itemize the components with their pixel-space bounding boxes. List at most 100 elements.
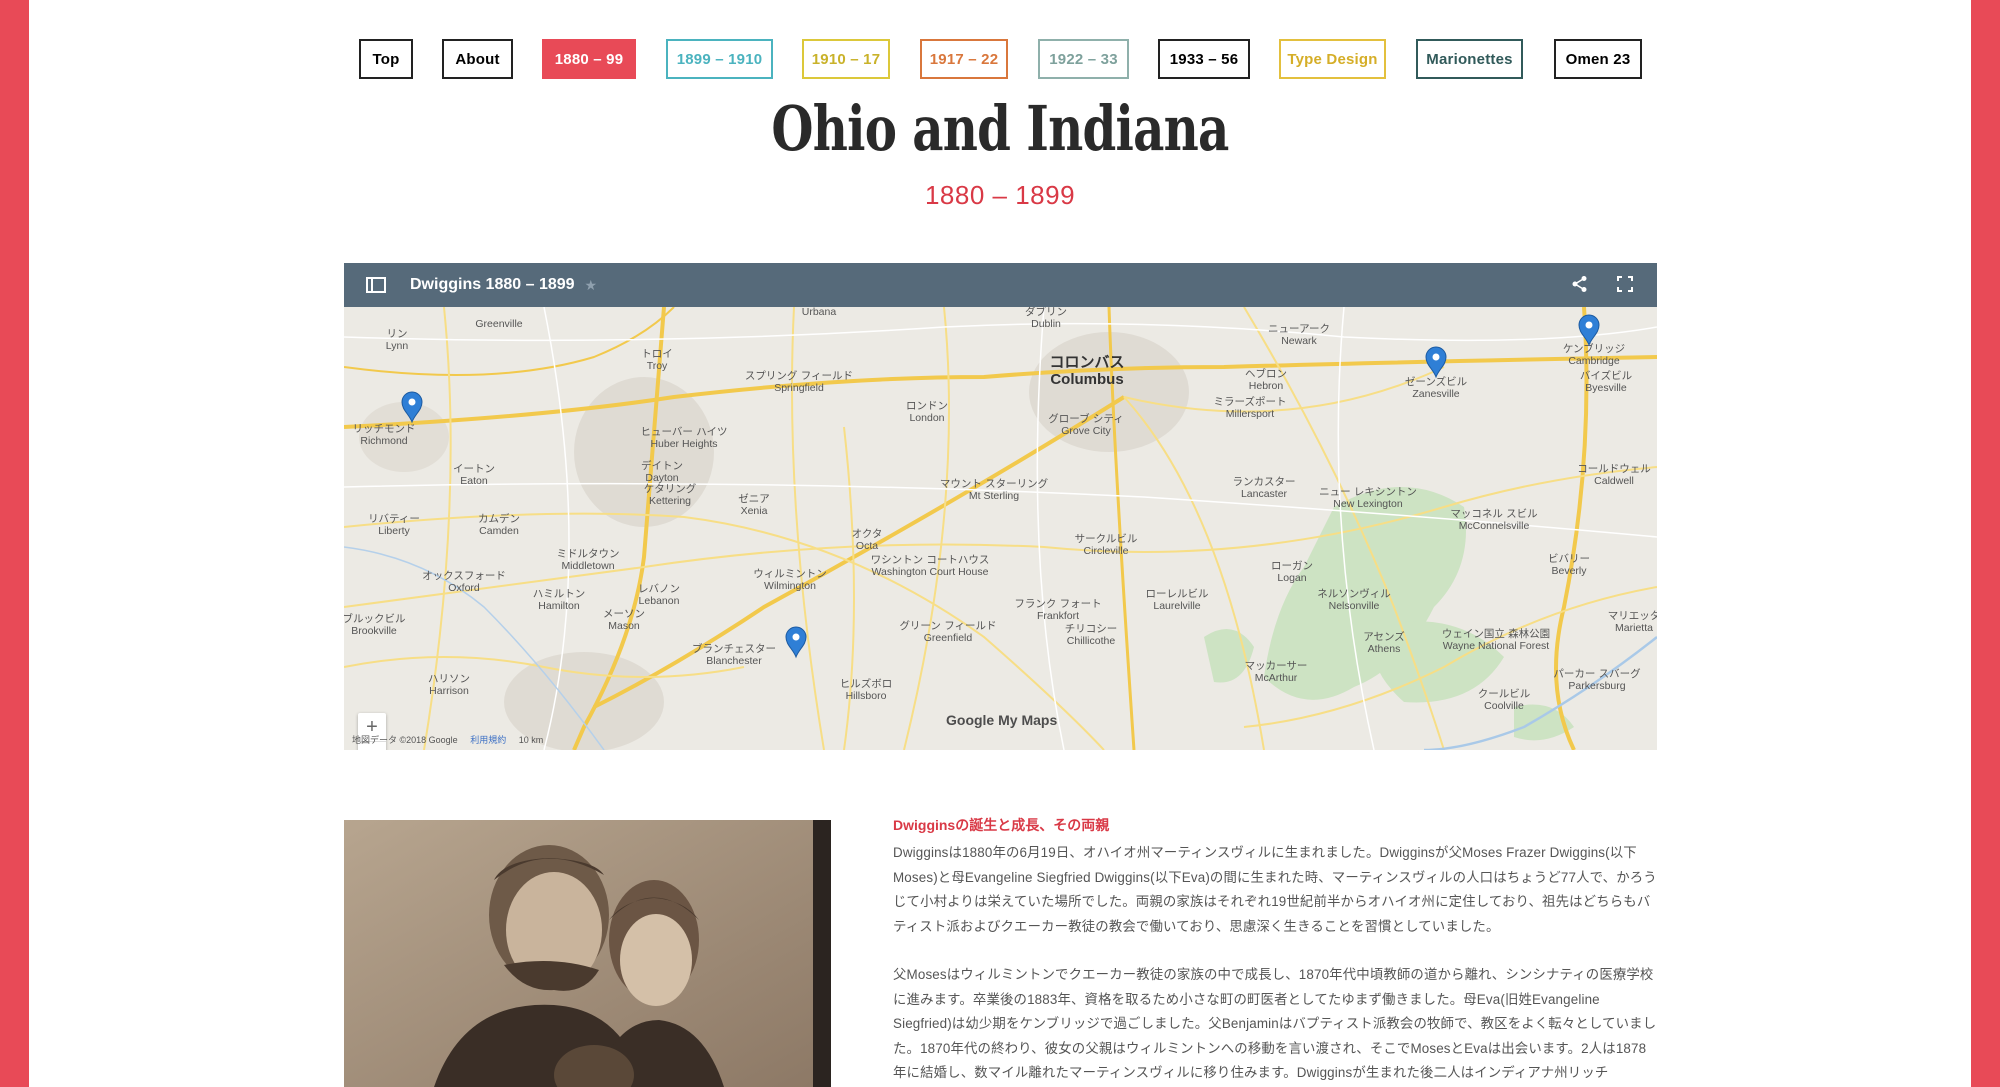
nav-1910-17[interactable]: 1910 – 17 <box>802 39 890 79</box>
map-place-label-en: Mason <box>608 620 640 632</box>
article-paragraph-1: Dwigginsは1880年の6月19日、オハイオ州マーティンスヴィルに生まれま… <box>893 845 1657 934</box>
map-place-label: ハミルトンHamilton <box>533 588 586 612</box>
map-place-label-jp: オックスフォード <box>422 570 506 582</box>
map-place-label-jp: リバティー <box>368 513 420 525</box>
map-place-label: ヒューバー ハイツHuber Heights <box>640 426 727 450</box>
page-title: Ohio and Indiana <box>771 92 1229 165</box>
map-place-label: コロンバスColumbus <box>1049 353 1124 388</box>
map-place-label: ダブリンDublin <box>1025 305 1067 330</box>
map-place-label-jp: マリエッタ <box>1608 610 1657 622</box>
map-place-label-jp: メーソン <box>603 608 645 620</box>
map-place-label-en: Huber Heights <box>650 438 717 450</box>
map-place-label-en: Zanesville <box>1412 388 1459 400</box>
map-place-label-jp: デイトン <box>641 459 683 472</box>
map-place-label-jp: オクタ <box>852 528 883 540</box>
map-canvas[interactable]: コロンバス Columbus デイトン Dayton スプリング フィールド Spring… <box>344 298 1657 750</box>
map-place-label-jp: ローレルビル <box>1146 588 1209 600</box>
map-place-label: サークルビルCircleville <box>1075 533 1138 557</box>
nav-about[interactable]: About <box>442 39 513 79</box>
map-header: Dwiggins 1880 – 1899 ★ <box>344 263 1657 307</box>
map-place-label-en: Hamilton <box>538 600 580 612</box>
nav-type-design[interactable]: Type Design <box>1279 39 1386 79</box>
fullscreen-icon[interactable] <box>1617 276 1633 292</box>
map-place-label-jp: ニューアーク <box>1268 323 1330 335</box>
map-place-label-en: Frankfort <box>1037 610 1079 622</box>
map-place-label-jp: フランク フォート <box>1014 598 1101 610</box>
map-place-label: レバノンLebanon <box>638 583 680 607</box>
nav-1880-99[interactable]: 1880 – 99 <box>542 39 636 79</box>
map-marker-dot <box>408 398 416 406</box>
map-place-label-en: Greenfield <box>924 632 973 644</box>
dwiggins-parents-photo <box>344 820 831 1087</box>
map-place-label-jp: ケンブリッジ <box>1563 342 1625 355</box>
map-place-label: ケタリングKettering <box>644 482 697 507</box>
nav-1917-22[interactable]: 1917 – 22 <box>920 39 1008 79</box>
map-place-label: バイズビルByesville <box>1580 369 1632 394</box>
map-place-label-jp: ローガン <box>1271 560 1313 572</box>
sepia-portrait-image <box>344 820 831 1087</box>
map-place-label: Dresden <box>1484 298 1524 310</box>
map-place-label-jp: ヒューバー ハイツ <box>640 426 727 438</box>
nav-top[interactable]: Top <box>359 39 413 79</box>
map-place-label: ローレルビルLaurelville <box>1146 588 1209 612</box>
map-place-label-jp: ケタリング <box>644 482 697 495</box>
terms-link[interactable]: 利用規約 <box>470 735 506 745</box>
map-place-label-en: Nelsonville <box>1329 600 1380 612</box>
map-place-label: マッコネル スビルMcConnelsville <box>1450 508 1537 532</box>
map-place-label-en: Mt Sterling <box>969 490 1019 502</box>
map-place-label: ハリソンHarrison <box>428 673 470 697</box>
embedded-map[interactable]: Dwiggins 1880 – 1899 ★ コロンバス Columbus デイ… <box>344 263 1657 750</box>
map-place-label: マリエッタMarietta <box>1608 610 1657 634</box>
map-place-label-jp: レバノン <box>638 583 680 595</box>
star-icon[interactable]: ★ <box>585 277 598 294</box>
map-attribution: 地図データ ©2018 Google 利用規約 10 km <box>352 733 543 746</box>
map-place-label: ゼニアXenia <box>738 493 770 517</box>
map-marker-dot <box>1585 321 1593 329</box>
map-place-label: ランカスターLancaster <box>1233 476 1296 500</box>
nav-omen-23[interactable]: Omen 23 <box>1554 39 1642 79</box>
map-place-label-jp: バイズビル <box>1580 369 1632 382</box>
map-place-label: ウィルミントンWilmington <box>753 568 827 592</box>
sidebar-toggle-icon[interactable] <box>366 277 386 293</box>
map-place-label-jp: ランカスター <box>1233 476 1296 488</box>
map-place-label-en: Richmond <box>360 435 407 447</box>
map-place-label-jp: クールビル <box>1478 688 1531 700</box>
map-place-label-en: Wayne National Forest <box>1443 640 1549 652</box>
map-place-label-jp: マウント スターリング <box>940 477 1049 490</box>
map-place-label: カムデンCamden <box>478 512 520 537</box>
map-place-label: ヒルズボロHillsboro <box>840 677 893 702</box>
map-place-label: ミドルタウンMiddletown <box>557 548 620 572</box>
map-place-label-jp: ハミルトン <box>533 588 586 600</box>
map-place-label-en: Middletown <box>561 560 614 572</box>
map-place-label-en: Dresden <box>1484 307 1524 310</box>
map-place-label-jp: ミラーズポート <box>1214 395 1287 408</box>
map-place-label-jp: ニュー レキシントン <box>1319 486 1417 498</box>
map-place-label-jp: ブランチェスター <box>692 642 776 655</box>
nav-marionettes[interactable]: Marionettes <box>1416 39 1523 79</box>
map-place-label-en: Wilmington <box>764 580 816 592</box>
map-place-label-jp: カムデン <box>478 512 520 525</box>
map-place-label: ケンブリッジCambridge <box>1563 342 1625 367</box>
map-place-label-jp: ヒルズボロ <box>840 677 893 690</box>
nav-1933-56[interactable]: 1933 – 56 <box>1158 39 1250 79</box>
map-place-label-en: Greenville <box>475 318 522 330</box>
map-place-label-en: Logan <box>1277 572 1306 584</box>
nav-1922-33[interactable]: 1922 – 33 <box>1038 39 1129 79</box>
map-place-label-jp: ロンドン <box>906 400 948 412</box>
map-place-label-en: Caldwell <box>1594 475 1634 487</box>
nav-1899-1910[interactable]: 1899 – 1910 <box>666 39 773 79</box>
map-place-label-en: Brookville <box>351 625 397 637</box>
map-place-label: メーソンMason <box>603 608 645 632</box>
map-place-label-en: Cambridge <box>1568 355 1620 367</box>
map-place-label-jp: グリーン フィールド <box>899 619 996 632</box>
map-place-label-en: Athens <box>1368 643 1401 655</box>
map-place-label-jp: ゼニア <box>738 493 770 505</box>
map-place-label-jp: イートン <box>453 463 495 475</box>
map-place-label: Greenville <box>475 318 522 330</box>
map-place-label-jp: アセンズ <box>1363 630 1405 643</box>
map-scale: 10 km <box>518 735 544 745</box>
map-place-label-en: New Lexington <box>1333 498 1403 510</box>
map-place-label-en: Eaton <box>460 475 488 487</box>
share-icon[interactable] <box>1571 275 1589 298</box>
map-place-label-jp: ブルックビル <box>344 612 406 625</box>
